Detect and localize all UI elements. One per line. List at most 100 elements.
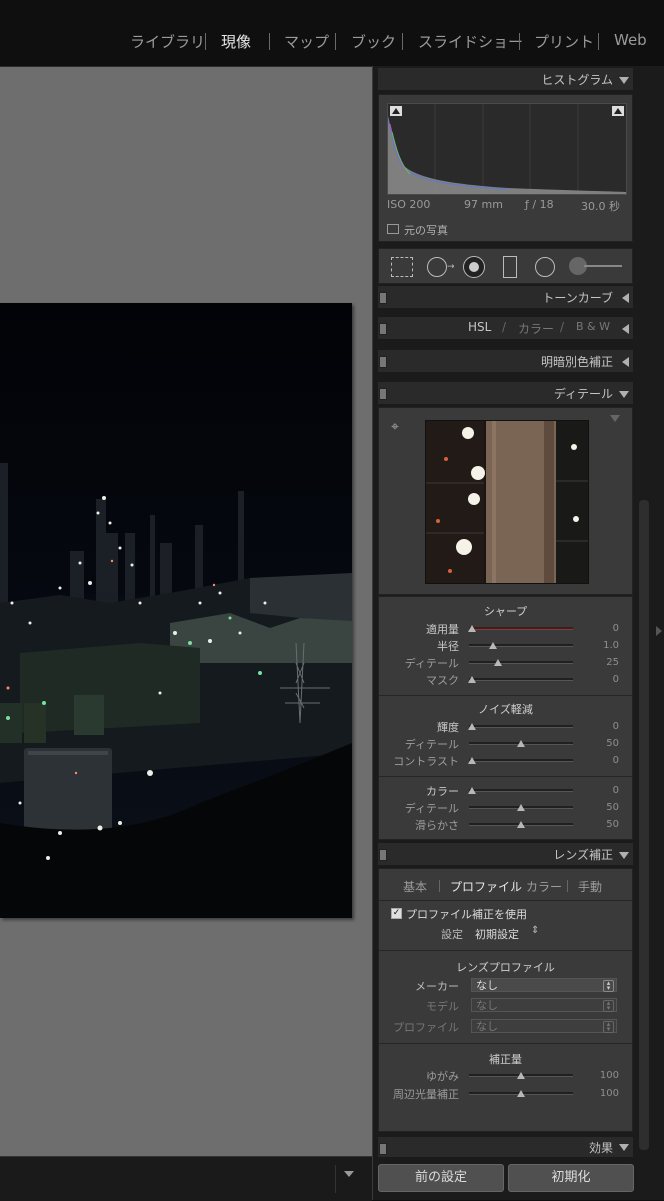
module-library[interactable]: ライブラリ xyxy=(130,31,205,52)
detail-zoom-preview[interactable] xyxy=(425,420,589,584)
toolbar-menu-chevron-down-icon[interactable] xyxy=(344,1171,354,1177)
module-slideshow[interactable]: スライドショー xyxy=(418,31,523,52)
collapse-triangle-icon[interactable] xyxy=(619,1144,629,1151)
split-toning-header[interactable]: 明暗別色補正 xyxy=(378,350,633,372)
noise-slider-track[interactable] xyxy=(469,789,573,792)
highlight-clipping-icon[interactable] xyxy=(612,106,624,116)
expand-triangle-icon[interactable] xyxy=(622,293,629,303)
night-factory-photo xyxy=(0,303,352,918)
noise-slider-thumb[interactable] xyxy=(517,740,525,747)
hsl-separator: / xyxy=(560,320,565,334)
shadow-clipping-icon[interactable] xyxy=(390,106,402,116)
sharpen-slider-thumb[interactable] xyxy=(488,642,497,649)
red-eye-icon[interactable] xyxy=(463,256,485,278)
sharpen-value: 0 xyxy=(612,674,619,685)
sharpen-slider-track[interactable] xyxy=(469,644,573,647)
sharpen-slider-thumb[interactable] xyxy=(468,625,477,632)
bw-tab[interactable]: B & W xyxy=(576,320,610,333)
detail-header[interactable]: ディテール xyxy=(378,382,633,404)
tab-basic[interactable]: 基本 xyxy=(403,878,427,895)
sharpen-slider-track[interactable] xyxy=(469,627,573,630)
module-book[interactable]: ブック xyxy=(351,31,396,52)
focal-length-value: 97 mm xyxy=(464,198,503,211)
noise-slider-track[interactable] xyxy=(469,725,573,728)
photo-preview[interactable] xyxy=(0,303,352,918)
noise-value: 50 xyxy=(606,738,619,749)
module-map[interactable]: マップ xyxy=(284,31,329,52)
section-divider xyxy=(379,1043,632,1044)
noise-slider-thumb[interactable] xyxy=(517,804,525,811)
section-divider xyxy=(379,776,632,777)
expand-triangle-icon[interactable] xyxy=(622,324,629,334)
module-develop[interactable]: 現像 xyxy=(221,31,251,52)
setup-stepper-icon[interactable]: ⇕ xyxy=(531,925,539,936)
noise-value: 50 xyxy=(606,802,619,813)
lens-corrections-header[interactable]: レンズ補正 xyxy=(378,843,633,865)
hsl-header[interactable]: HSL / カラー / B & W xyxy=(378,317,633,339)
model-select[interactable]: なし ▴ ▾ xyxy=(471,998,617,1012)
panel-switch-icon[interactable] xyxy=(379,849,387,861)
spot-removal-arrow-icon: → xyxy=(447,262,455,272)
sharpen-label: ディテール xyxy=(404,657,459,670)
sharpen-slider-thumb[interactable] xyxy=(494,659,503,666)
vignette-value: 100 xyxy=(599,1088,619,1099)
expand-triangle-icon[interactable] xyxy=(622,357,629,367)
preview-dropdown-icon[interactable] xyxy=(610,415,620,422)
shutter-speed-value: 30.0 秒 xyxy=(581,200,620,213)
hsl-tab[interactable]: HSL xyxy=(468,320,491,334)
sharpen-slider-thumb[interactable] xyxy=(468,676,477,683)
vignette-slider-thumb[interactable] xyxy=(517,1090,525,1097)
sharpen-label: 適用量 xyxy=(426,623,459,636)
target-crosshair-icon[interactable]: ⌖ xyxy=(391,419,399,435)
detail-sliders: シャープ 適用量 0 半径 1.0 ディテール 25 マスク 0 ノイズ軽減 輝度 0 ディテール… xyxy=(378,596,633,840)
panel-switch-icon[interactable] xyxy=(379,323,387,335)
model-value: なし xyxy=(476,999,498,1012)
setup-dropdown[interactable]: 初期設定 xyxy=(475,926,519,942)
panel-switch-icon[interactable] xyxy=(379,388,387,400)
tone-curve-header[interactable]: トーンカーブ xyxy=(378,286,633,308)
panel-scrollbar[interactable] xyxy=(639,500,649,1150)
noise-slider-thumb[interactable] xyxy=(468,787,477,794)
panel-switch-icon[interactable] xyxy=(379,1143,387,1155)
enable-profile-label: プロファイル補正を使用 xyxy=(406,908,527,921)
collapse-triangle-icon[interactable] xyxy=(619,77,629,84)
tab-manual[interactable]: 手動 xyxy=(578,878,602,895)
brush-slider-track[interactable] xyxy=(584,265,622,267)
histogram-graph[interactable] xyxy=(387,103,627,195)
module-print[interactable]: プリント xyxy=(534,31,594,52)
crop-overlay-icon[interactable] xyxy=(391,257,413,277)
radial-filter-icon[interactable] xyxy=(535,257,555,277)
original-photo-checkbox[interactable] xyxy=(387,224,399,234)
profile-select[interactable]: なし ▴ ▾ xyxy=(471,1019,617,1033)
noise-slider-thumb[interactable] xyxy=(517,821,525,828)
effects-header[interactable]: 効果 xyxy=(378,1137,633,1157)
sharpen-slider-track[interactable] xyxy=(469,661,573,664)
panel-collapse-arrow-icon[interactable] xyxy=(656,626,662,636)
noise-label: 輝度 xyxy=(437,721,459,734)
amount-section-title: 補正量 xyxy=(489,1053,522,1066)
noise-slider-thumb[interactable] xyxy=(468,723,477,730)
maker-label: メーカー xyxy=(415,980,459,993)
tab-color[interactable]: カラー xyxy=(526,878,562,895)
module-web[interactable]: Web xyxy=(614,31,647,49)
effects-title: 効果 xyxy=(588,1141,613,1155)
spot-removal-icon[interactable] xyxy=(427,257,447,277)
panel-switch-icon[interactable] xyxy=(379,292,387,304)
panel-switch-icon[interactable] xyxy=(379,356,387,368)
reset-button[interactable]: 初期化 xyxy=(508,1164,634,1192)
noise-slider-thumb[interactable] xyxy=(468,757,477,764)
previous-settings-button[interactable]: 前の設定 xyxy=(378,1164,504,1192)
collapse-triangle-icon[interactable] xyxy=(619,852,629,859)
collapse-triangle-icon[interactable] xyxy=(619,391,629,398)
maker-select[interactable]: なし ▴ ▾ xyxy=(471,978,617,992)
distortion-slider-thumb[interactable] xyxy=(517,1072,525,1079)
graduated-filter-icon[interactable] xyxy=(503,256,517,278)
color-tab[interactable]: カラー xyxy=(518,320,554,337)
select-stepper-icon: ▴ ▾ xyxy=(603,980,614,992)
setup-label: 設定 xyxy=(441,928,463,941)
histogram-header[interactable]: ヒストグラム xyxy=(378,68,633,90)
noise-slider-track[interactable] xyxy=(469,759,573,762)
tab-profile[interactable]: プロファイル xyxy=(450,878,522,895)
enable-profile-checkbox[interactable]: ✓ xyxy=(391,908,402,919)
sharpen-slider-track[interactable] xyxy=(469,678,573,681)
